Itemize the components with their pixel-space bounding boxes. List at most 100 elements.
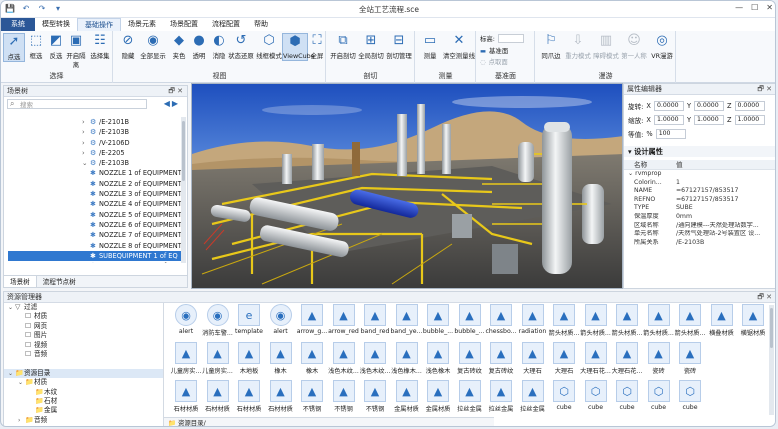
tab-basic-ops[interactable]: 基础操作 <box>77 18 121 31</box>
close-button[interactable]: ✕ <box>766 3 773 12</box>
resource-tree-node[interactable]: › 📁音频 <box>4 416 163 425</box>
resource-item[interactable]: ▲ 大理石 <box>547 342 581 380</box>
hidden-line-button[interactable]: ◐ 消隐 <box>208 33 230 60</box>
resource-item[interactable]: ▲ 金属材质 <box>421 380 455 416</box>
rotate-x-input[interactable]: 0.0000 <box>653 101 684 111</box>
resource-item[interactable]: ▲ arrow_red <box>327 304 361 342</box>
scene-search[interactable]: ⌕ 搜索 ◀▶ <box>7 99 178 109</box>
resource-tree-node[interactable]: ☐ 图片 <box>4 331 163 340</box>
checkbox-icon[interactable]: ☐ <box>25 350 34 359</box>
resource-item[interactable]: ▲ 箭头材质... <box>610 304 644 342</box>
tree-node[interactable]: ✱ NOZZLE 5 of EQUIPMENT <box>8 210 184 220</box>
resource-item[interactable]: ▲ 儿童房实... <box>201 342 235 380</box>
checkbox-icon[interactable]: ☐ <box>25 331 34 340</box>
resource-item[interactable]: ◉ 消防车警... <box>201 304 235 342</box>
tab-flow-config[interactable]: 流程配置 <box>205 18 247 31</box>
resource-tree-node[interactable]: ☐ 音频 <box>4 350 163 359</box>
resource-item[interactable]: ▲ 浅色木纹... <box>327 342 361 380</box>
resource-item[interactable]: ▲ 木地板 <box>232 342 266 380</box>
resource-item[interactable]: ▲ 石材材质 <box>169 380 203 416</box>
elevation-input[interactable] <box>497 34 524 43</box>
tree-node[interactable]: ✱SUBEQUIPMENT 1 of EQ <box>8 261 184 263</box>
resource-tree-node[interactable]: ☐ 视频 <box>4 341 163 350</box>
resource-item[interactable]: ▲ 拉丝金属 <box>484 380 518 416</box>
resource-item[interactable]: ▲ 不锈钢 <box>295 380 329 416</box>
resource-item[interactable]: ▲ 不锈钢 <box>327 380 361 416</box>
tab-help[interactable]: 帮助 <box>247 18 275 31</box>
resource-item[interactable]: ▲ 浅色橡木 <box>421 342 455 380</box>
vr-roam-button[interactable]: ◎ VR漫游 <box>649 33 675 60</box>
expand-arrow-icon[interactable]: ⌄ <box>82 158 90 168</box>
resource-item[interactable]: ▲ 复古砖纹 <box>484 342 518 380</box>
enable-clip-button[interactable]: ⧉ 开启剖切 <box>330 33 356 60</box>
resource-item[interactable]: ▲ 大理石 <box>516 342 550 380</box>
resource-item[interactable]: ▲ 浅色木纹... <box>358 342 392 380</box>
resource-item[interactable]: ▲ 箭头材质... <box>642 304 676 342</box>
tree-node[interactable]: ✱ NOZZLE 8 of EQUIPMENT <box>8 241 184 251</box>
tab-flow-node-tree[interactable]: 流程节点树 <box>37 276 82 287</box>
tree-node[interactable]: ✱ NOZZLE 4 of EQUIPMENT <box>8 199 184 209</box>
viewcube-button[interactable]: ⬢ ViewCube <box>282 33 315 61</box>
color-button[interactable]: ◆ 夹色 <box>168 33 190 60</box>
checkbox-icon[interactable]: ☐ <box>25 322 34 331</box>
resource-item[interactable]: ▲ arrow_g... <box>295 304 329 342</box>
first-person-button[interactable]: ☺ 第一人称 <box>621 33 647 60</box>
resource-item[interactable]: ▲ 儿童房实... <box>169 342 203 380</box>
expand-arrow-icon[interactable]: › <box>82 117 90 127</box>
state-restore-button[interactable]: ↺ 状态还原 <box>228 33 254 60</box>
property-row[interactable]: REFNO =67127157/853517 <box>624 196 775 205</box>
tree-node[interactable]: › ⚙/E-2103B <box>8 127 184 137</box>
property-row[interactable]: Colorin... 1 <box>624 179 775 188</box>
resource-item[interactable]: ▲ band_ye... <box>390 304 424 342</box>
resource-item[interactable]: ▲ chessbo... <box>484 304 518 342</box>
resource-item[interactable]: ▲ 石材材质 <box>264 380 298 416</box>
expand-arrow-icon[interactable]: › <box>82 127 90 137</box>
wireframe-button[interactable]: ⬡ 线框模式 <box>256 33 282 60</box>
isolate-button[interactable]: ▣ 开启隔离 <box>65 33 87 69</box>
clear-measure-button[interactable]: ✕ 清空测量线 <box>443 33 475 60</box>
resource-item[interactable]: ⬡ cube <box>547 380 581 416</box>
tree-node[interactable]: › ⚙/V-2106D <box>8 138 184 148</box>
design-props-header[interactable]: ▾ 设计属性 <box>624 146 775 157</box>
resource-item[interactable]: ⬡ cube <box>642 380 676 416</box>
tree-node[interactable]: ✱ NOZZLE 2 of EQUIPMENT <box>8 179 184 189</box>
pick-plane-button[interactable]: ◌ 点取面 <box>480 57 508 67</box>
point-select-button[interactable]: ➚ 点选 <box>3 33 25 62</box>
resource-item[interactable]: ▲ 橡木 <box>295 342 329 380</box>
resource-item[interactable]: ▲ 大理石花... <box>579 342 613 380</box>
resource-item[interactable]: ▲ 石材材质 <box>201 380 235 416</box>
resource-tree-node[interactable]: ⌄ 📁资源目录 <box>4 368 163 379</box>
pin-icon[interactable]: 🗗 ✕ <box>168 86 183 97</box>
resource-item[interactable]: ▲ 拉丝金属 <box>516 380 550 416</box>
resource-item[interactable]: ▲ radiation <box>516 304 550 342</box>
invert-select-button[interactable]: ◩ 反选 <box>45 33 67 60</box>
box-select-button[interactable]: ⬚ 框选 <box>25 33 47 60</box>
tree-node[interactable]: ✱ NOZZLE 3 of EQUIPMENT <box>8 189 184 199</box>
property-row[interactable]: 区域名称/通向建模---天然处理站数字... <box>624 222 775 231</box>
resource-item[interactable]: ▲ 石材材质 <box>232 380 266 416</box>
minimize-button[interactable]: — <box>735 3 743 12</box>
property-row[interactable]: 保温厚度 0mm <box>624 213 775 222</box>
tree-node[interactable]: › ⚙/E-2101B <box>8 117 184 127</box>
resource-item[interactable]: ▲ 金属材质 <box>390 380 424 416</box>
checkbox-icon[interactable]: ☐ <box>25 341 34 350</box>
resource-item[interactable]: ▲ 复古砖纹 <box>453 342 487 380</box>
expand-arrow-icon[interactable]: ⌄ <box>8 369 15 378</box>
resource-tree-node[interactable]: ☐ 网页 <box>4 322 163 331</box>
tab-model-convert[interactable]: 模型转换 <box>35 18 77 31</box>
resource-item[interactable]: ▲ 大理石花... <box>610 342 644 380</box>
expand-arrow-icon[interactable]: ⌄ <box>8 303 15 312</box>
property-row[interactable]: NAME =67127157/853517 <box>624 187 775 196</box>
obstacle-mode-button[interactable]: ▥ 障碍模式 <box>593 33 619 60</box>
global-clip-button[interactable]: ⊞ 全局剖切 <box>358 33 384 60</box>
group-row[interactable]: ⌄ rvmprop <box>624 170 775 179</box>
resource-scrollbar[interactable] <box>769 305 774 415</box>
expand-arrow-icon[interactable]: ⌄ <box>18 378 25 387</box>
resource-item[interactable]: ▲ 横锯材质 <box>736 304 769 342</box>
resource-item[interactable]: ▲ 瓷砖 <box>642 342 676 380</box>
pin-icon[interactable]: 🗗 ✕ <box>757 84 772 95</box>
resource-item[interactable]: ▲ 箭头材质... <box>547 304 581 342</box>
property-row[interactable]: 单元名称/天然气处理站-2号装置区 设... <box>624 230 775 239</box>
maximize-button[interactable]: ☐ <box>751 3 758 12</box>
resource-tree-node[interactable]: 📁金属 <box>4 406 163 415</box>
